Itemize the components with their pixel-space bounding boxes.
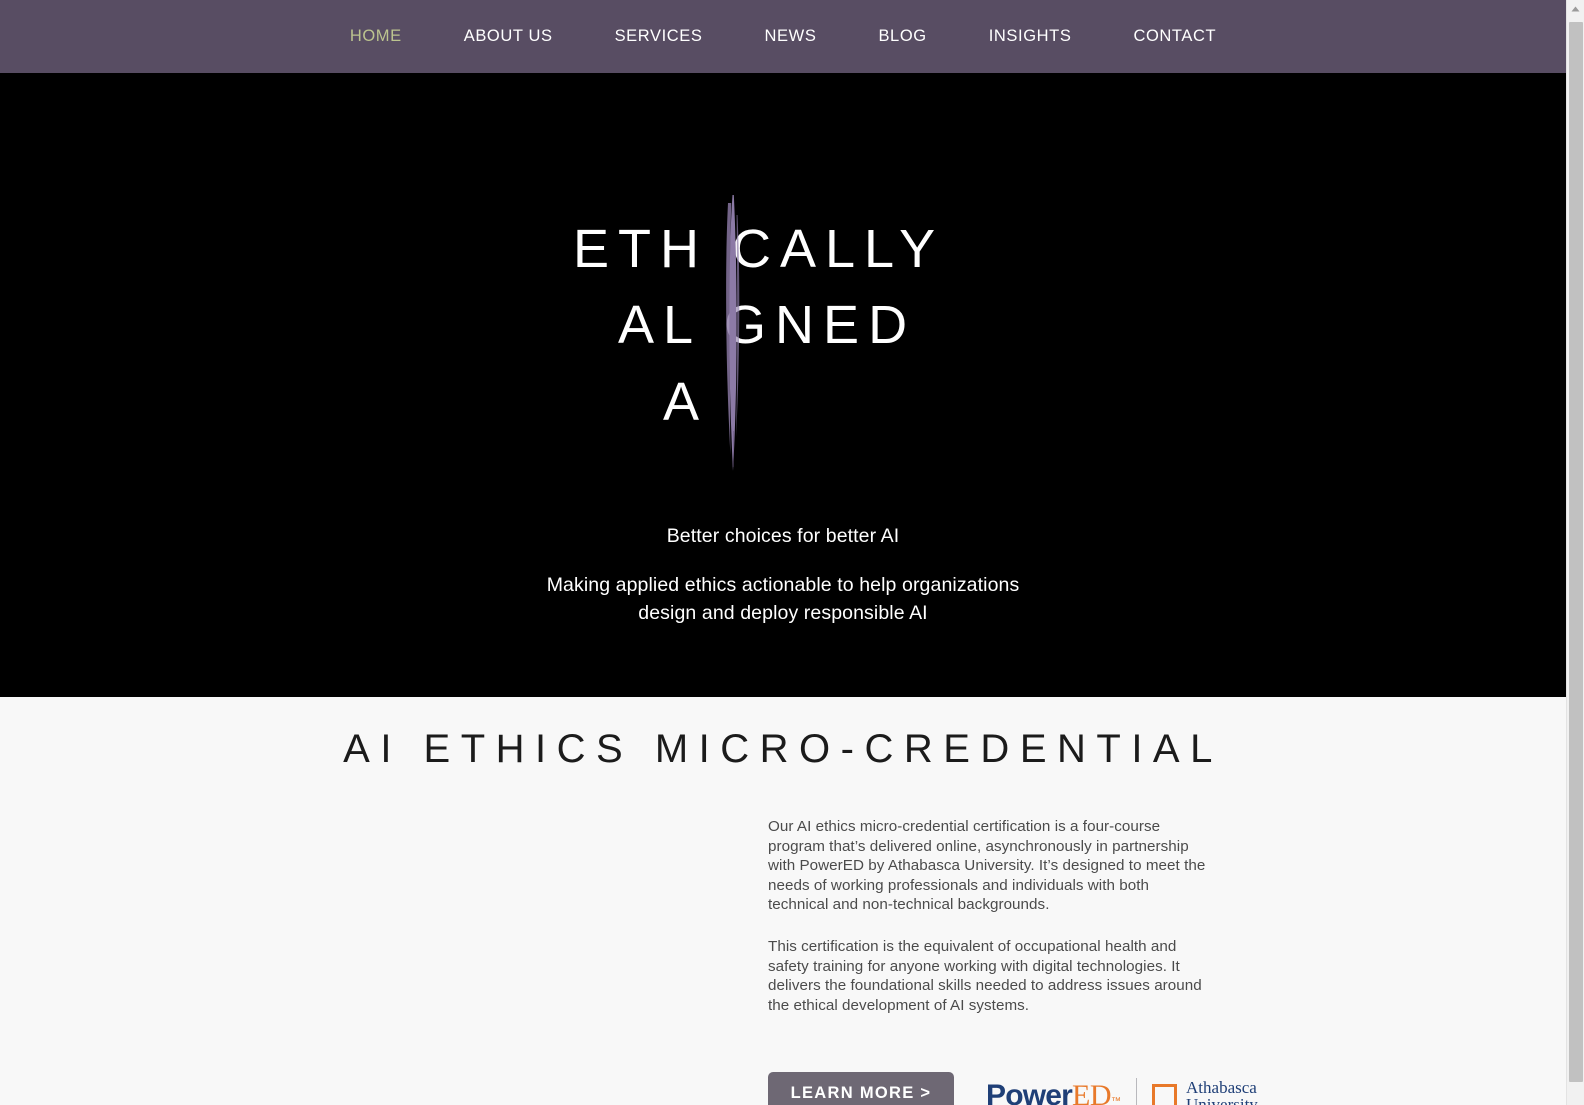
vertical-scrollbar[interactable] (1566, 0, 1584, 1105)
paragraph-2: This certification is the equivalent of … (768, 938, 1202, 1014)
powered-logo: PowerED™ (986, 1081, 1121, 1105)
hero-subtagline: Making applied ethics actionable to help… (0, 572, 1566, 627)
athabasca-square-icon (1152, 1083, 1178, 1105)
scrollbar-thumb[interactable] (1569, 22, 1583, 1082)
hero-logo-block: ETH CALLY AL GNED A (0, 193, 1566, 488)
nav-item-home[interactable]: HOME (319, 0, 433, 73)
powered-logo-ed-text: ED (1072, 1079, 1112, 1105)
brand-logo-line-1: ETH CALLY (573, 219, 945, 279)
nav-item-about-us[interactable]: ABOUT US (433, 0, 584, 73)
powered-logo-power-text: Power (986, 1079, 1073, 1105)
athabasca-wordmark: Athabasca University (1186, 1077, 1258, 1105)
hero-subtagline-line-1: Making applied ethics actionable to help… (546, 574, 1020, 596)
micro-credential-section: AI ETHICS MICRO-CREDENTIAL Our AI ethics… (0, 697, 1566, 1105)
logo-divider (1136, 1078, 1138, 1105)
paragraph-1: Our AI ethics micro-credential certifica… (768, 818, 1206, 914)
brand-logo: ETH CALLY AL GNED A (573, 193, 993, 483)
primary-navigation: HOME ABOUT US SERVICES NEWS BLOG INSIGHT… (0, 0, 1566, 73)
nav-item-insights[interactable]: INSIGHTS (958, 0, 1103, 73)
athabasca-university-logo: Athabasca University (1152, 1077, 1258, 1105)
site-navbar: HOME ABOUT US SERVICES NEWS BLOG INSIGHT… (0, 0, 1566, 73)
nav-item-blog[interactable]: BLOG (847, 0, 957, 73)
learn-more-button[interactable]: LEARN MORE > (768, 1072, 954, 1105)
brand-logo-line-2: AL GNED (618, 295, 917, 355)
nav-item-news[interactable]: NEWS (734, 0, 848, 73)
trademark-symbol: ™ (1111, 1096, 1122, 1105)
hero-subtagline-line-2: design and deploy responsible AI (638, 601, 928, 624)
browser-viewport: HOME ABOUT US SERVICES NEWS BLOG INSIGHT… (0, 0, 1566, 1105)
hero-tagline: Better choices for better AI (666, 525, 900, 547)
hero-tagline-block: Better choices for better AI Making appl… (0, 525, 1566, 627)
athabasca-name: Athabasca (1186, 1077, 1257, 1097)
athabasca-subtitle: University (1186, 1095, 1258, 1105)
nav-item-contact[interactable]: CONTACT (1102, 0, 1247, 73)
partner-logos: PowerED™ Athabasca University (986, 1078, 1258, 1105)
cta-row: LEARN MORE > PowerED™ Athabasca Universi… (768, 1072, 1258, 1105)
nav-item-services[interactable]: SERVICES (584, 0, 734, 73)
chevron-up-icon (1571, 6, 1580, 12)
brand-logo-line-3: A (663, 372, 709, 432)
section-title: AI ETHICS MICRO-CREDENTIAL (343, 727, 1223, 771)
page-root: HOME ABOUT US SERVICES NEWS BLOG INSIGHT… (0, 0, 1584, 1105)
micro-credential-copy: Our AI ethics micro-credential certifica… (768, 817, 1208, 1015)
hero-section: ETH CALLY AL GNED A Better choices for b… (0, 73, 1566, 697)
scroll-up-arrow-icon[interactable] (1567, 0, 1584, 18)
